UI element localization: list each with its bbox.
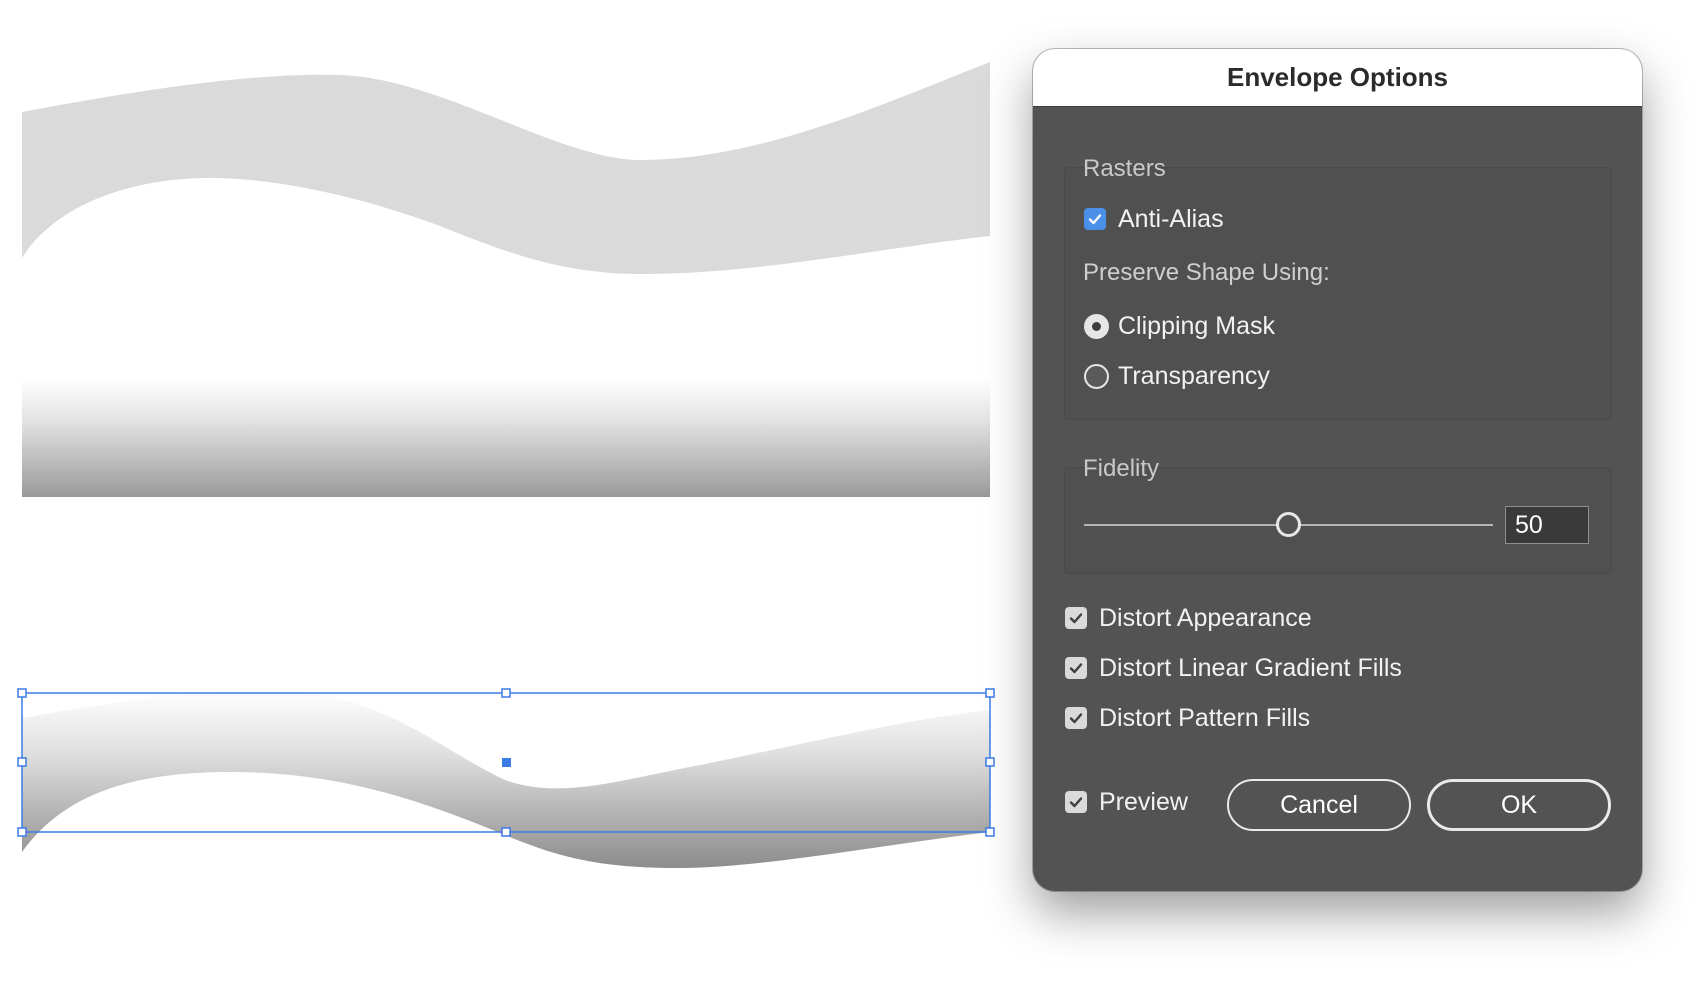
distort-linear-gradient-fills-checkbox[interactable] — [1065, 657, 1087, 679]
anti-alias-label[interactable]: Anti-Alias — [1118, 205, 1224, 234]
selection-center-point[interactable] — [502, 758, 511, 767]
distort-pattern-fills-checkbox[interactable] — [1065, 707, 1087, 729]
ok-button[interactable]: OK — [1427, 779, 1611, 831]
fidelity-slider-thumb[interactable] — [1276, 512, 1301, 537]
distort-appearance-label[interactable]: Distort Appearance — [1099, 604, 1312, 633]
cancel-button[interactable]: Cancel — [1227, 779, 1411, 831]
selection-handle[interactable] — [17, 757, 27, 767]
anti-alias-checkbox[interactable] — [1084, 208, 1106, 230]
checkmark-icon — [1069, 613, 1083, 624]
envelope-distorted-gradient-shape[interactable] — [22, 690, 990, 868]
clipping-mask-radio[interactable] — [1084, 314, 1109, 339]
selection-handle[interactable] — [985, 827, 995, 837]
checkmark-icon — [1088, 214, 1102, 225]
fidelity-value-input[interactable]: 50 — [1505, 506, 1589, 544]
checkmark-icon — [1069, 663, 1083, 674]
selection-handle[interactable] — [501, 827, 511, 837]
distort-appearance-checkbox[interactable] — [1065, 607, 1087, 629]
fidelity-group-label: Fidelity — [1083, 455, 1160, 482]
clipping-mask-label[interactable]: Clipping Mask — [1118, 312, 1275, 341]
dialog-title: Envelope Options — [1226, 62, 1449, 92]
rasters-group-label: Rasters — [1083, 155, 1166, 182]
distort-pattern-fills-label[interactable]: Distort Pattern Fills — [1099, 704, 1310, 733]
transparency-label[interactable]: Transparency — [1118, 362, 1270, 391]
selection-handle[interactable] — [17, 827, 27, 837]
selection-handle[interactable] — [501, 688, 511, 698]
transparency-radio[interactable] — [1084, 364, 1109, 389]
preserve-shape-label: Preserve Shape Using: — [1083, 259, 1330, 286]
preview-label[interactable]: Preview — [1099, 788, 1188, 817]
distort-linear-gradient-fills-label[interactable]: Distort Linear Gradient Fills — [1099, 654, 1402, 683]
selection-handle[interactable] — [985, 757, 995, 767]
wave-shape-top[interactable] — [22, 62, 990, 274]
selection-handle[interactable] — [17, 688, 27, 698]
artboard-canvas — [17, 62, 995, 868]
checkmark-icon — [1069, 797, 1083, 808]
selection-handle[interactable] — [985, 688, 995, 698]
radio-selected-dot — [1092, 322, 1101, 331]
preview-checkbox[interactable] — [1065, 791, 1087, 813]
envelope-options-dialog: Envelope Options Rasters Anti-Alias Pres… — [1033, 49, 1642, 891]
checkmark-icon — [1069, 713, 1083, 724]
dialog-titlebar[interactable]: Envelope Options — [1033, 49, 1642, 107]
gradient-rectangle[interactable] — [22, 378, 990, 497]
